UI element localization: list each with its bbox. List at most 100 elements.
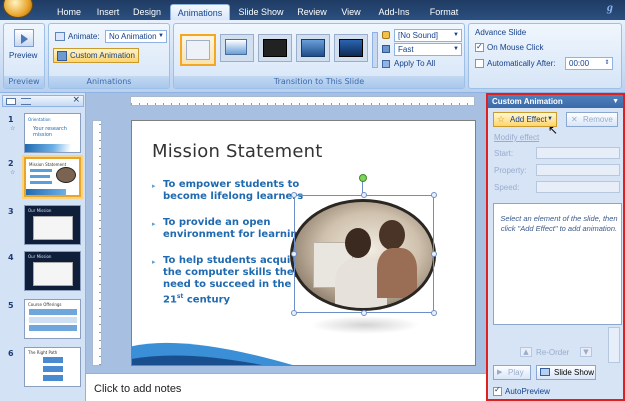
animations-group-label: Animations: [49, 76, 169, 88]
move-down-icon[interactable]: ▼: [580, 347, 592, 357]
slide-thumbnail-5[interactable]: Course Offerings: [24, 299, 81, 339]
remove-button[interactable]: ✕ Remove: [566, 112, 618, 127]
slide-number: 5: [8, 301, 14, 310]
slides-pane: × 1 ☆ Orientation Your research mission …: [0, 93, 86, 401]
transition-thumb-cut-black[interactable]: [334, 34, 368, 62]
transition-thumb-none[interactable]: [180, 34, 216, 66]
tab-animations[interactable]: Animations: [170, 4, 230, 20]
animation-star-icon: ☆: [10, 169, 16, 176]
resize-handle[interactable]: [361, 192, 367, 198]
tab-add-ins[interactable]: Add-Ins: [372, 4, 416, 20]
slide-thumbnail-6[interactable]: The Right Path: [24, 347, 81, 387]
move-up-icon[interactable]: ▲: [520, 347, 532, 357]
slide-thumb-title: Orientation: [28, 117, 51, 122]
office-button[interactable]: [3, 0, 33, 18]
transition-speed-dropdown[interactable]: Fast ▼: [394, 43, 462, 56]
animation-list[interactable]: Select an element of the slide, then cli…: [493, 203, 622, 325]
remove-label: Remove: [583, 115, 613, 124]
tab-review[interactable]: Review: [292, 4, 332, 20]
autopreview-checkbox[interactable]: [493, 385, 502, 397]
ribbon: Preview Preview Animate: No Animation ▼ …: [0, 20, 625, 93]
transition-thumb-cut[interactable]: [296, 34, 330, 62]
advance-time-spinner[interactable]: 00:00 ⇕: [565, 57, 613, 70]
preview-button[interactable]: Preview: [9, 50, 37, 62]
transition-sound-dropdown[interactable]: [No Sound] ▼: [394, 29, 462, 42]
slide-swoosh-decoration: [132, 342, 293, 365]
slide-thumbnail-1[interactable]: Orientation Your research mission: [24, 113, 81, 153]
notes-placeholder[interactable]: Click to add notes: [94, 383, 181, 395]
tab-slide-show[interactable]: Slide Show: [234, 4, 288, 20]
slide-thumbnail-4[interactable]: Our Mission: [24, 251, 81, 291]
ribbon-tab-bar: Home Insert Design Animations Slide Show…: [0, 0, 625, 20]
resize-handle[interactable]: [431, 192, 437, 198]
bullet-item[interactable]: ▸ To empower students to become lifelong…: [152, 179, 307, 203]
spinner-icon: ⇕: [604, 60, 610, 66]
automatically-after-checkbox[interactable]: [475, 59, 484, 69]
preview-icon: [14, 29, 34, 47]
tab-design[interactable]: Design: [128, 4, 166, 20]
slides-pane-tabs: ×: [2, 95, 84, 107]
bullet-item[interactable]: ▸ To help students acquire the computer …: [152, 255, 307, 306]
animation-list-hint: Select an element of the slide, then cli…: [500, 214, 618, 233]
bullet-text: To empower students to become lifelong l…: [163, 179, 304, 202]
animate-icon: [55, 32, 65, 41]
slides-tab-icon[interactable]: [6, 98, 16, 105]
tab-home[interactable]: Home: [50, 4, 88, 20]
resize-handle[interactable]: [361, 310, 367, 316]
vertical-ruler: [92, 120, 102, 366]
bullet-icon: ▸: [152, 258, 156, 266]
custom-animation-button[interactable]: Custom Animation: [53, 48, 139, 63]
advance-slide-group: Advance Slide On Mouse Click Automatical…: [468, 23, 622, 89]
automatically-after-option[interactable]: Automatically After:: [475, 58, 555, 70]
property-dropdown[interactable]: [536, 164, 620, 176]
resize-handle[interactable]: [291, 192, 297, 198]
apply-to-all-button[interactable]: Apply To All: [394, 58, 435, 70]
picture-reflection: [310, 316, 420, 334]
selection-box: [291, 174, 437, 316]
slide-thumb-title: Our Mission: [28, 254, 52, 259]
resize-handle[interactable]: [431, 251, 437, 257]
slide-show-label: Slide Show: [554, 368, 595, 377]
outline-tab-icon[interactable]: [21, 98, 31, 105]
notes-pane[interactable]: Click to add notes: [86, 373, 486, 401]
slide-number: 6: [8, 349, 14, 358]
transition-thumb-fade[interactable]: [220, 34, 254, 62]
transition-gallery-scroll[interactable]: [372, 32, 378, 68]
rotate-handle[interactable]: [359, 174, 367, 182]
play-icon: ▶: [497, 369, 503, 376]
tab-insert[interactable]: Insert: [90, 4, 126, 20]
custom-animation-label: Custom Animation: [70, 51, 135, 60]
tab-format[interactable]: Format: [422, 4, 466, 20]
on-mouse-click-label: On Mouse Click: [487, 43, 544, 52]
play-button[interactable]: ▶ Play: [493, 365, 531, 380]
close-icon[interactable]: ×: [72, 95, 80, 105]
bullet-item[interactable]: ▸ To provide an open environment for lea…: [152, 217, 307, 241]
animate-label: Animate:: [68, 32, 100, 41]
on-mouse-click-checkbox[interactable]: [475, 41, 484, 53]
on-mouse-click-option[interactable]: On Mouse Click: [475, 41, 544, 54]
slide-show-icon: [540, 368, 550, 376]
pane-menu-icon[interactable]: ▼: [612, 95, 619, 108]
slide-show-button[interactable]: Slide Show: [536, 365, 596, 380]
resize-handle[interactable]: [431, 310, 437, 316]
slide-thumbnail-2[interactable]: Mission Statement: [24, 157, 81, 197]
sound-icon: [382, 31, 390, 39]
chevron-down-icon: ▼: [453, 46, 459, 52]
slide-canvas[interactable]: Mission Statement ▸ To empower students …: [131, 120, 476, 366]
automatically-after-label: Automatically After:: [487, 59, 556, 68]
speed-icon: [382, 45, 390, 53]
autopreview-option[interactable]: AutoPreview: [493, 385, 550, 397]
animate-dropdown[interactable]: No Animation ▼: [105, 30, 167, 43]
start-dropdown[interactable]: [536, 147, 620, 159]
transition-thumb-fade-black[interactable]: [258, 34, 292, 62]
speed-dropdown[interactable]: [536, 181, 620, 193]
task-pane-title: Custom Animation ▼: [488, 95, 623, 108]
slide-thumbnail-3[interactable]: Our Mission: [24, 205, 81, 245]
bullet-icon: ▸: [152, 182, 156, 190]
resize-handle[interactable]: [291, 251, 297, 257]
slide-title[interactable]: Mission Statement: [152, 141, 323, 162]
tab-view[interactable]: View: [336, 4, 366, 20]
task-pane-scrollbar[interactable]: [608, 327, 620, 363]
resize-handle[interactable]: [291, 310, 297, 316]
advance-time-value: 00:00: [569, 59, 590, 68]
